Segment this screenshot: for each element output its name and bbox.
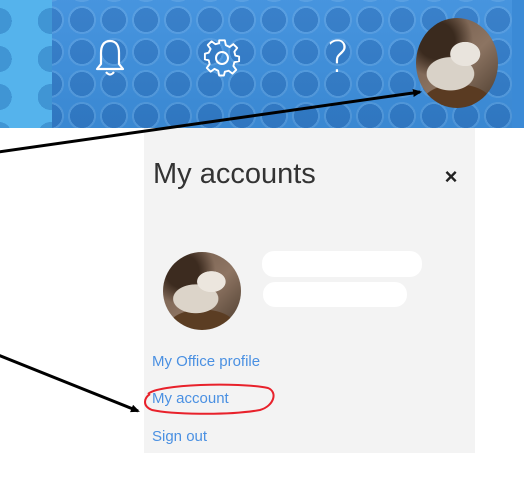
notifications-button[interactable] [84, 28, 136, 88]
redacted-user-email [263, 282, 407, 307]
sign-out-link[interactable]: Sign out [152, 428, 207, 445]
settings-button[interactable] [196, 28, 248, 88]
panel-title: My accounts [153, 158, 316, 190]
my-account-link[interactable]: My account [152, 390, 229, 407]
header-right-strip [512, 0, 524, 128]
bell-icon [95, 39, 125, 76]
help-label: ? [326, 32, 350, 83]
my-accounts-panel: My accounts × My Office profile My accou… [144, 128, 475, 453]
gear-icon [203, 39, 241, 77]
annotation-arrow-account [0, 354, 140, 413]
header-left-strip [0, 0, 52, 128]
help-button[interactable]: ? [312, 28, 364, 88]
account-avatar-button[interactable] [416, 18, 498, 108]
my-office-profile-link[interactable]: My Office profile [152, 353, 260, 370]
panel-avatar [163, 252, 241, 330]
close-button[interactable]: × [441, 166, 461, 188]
redacted-user-name [262, 251, 422, 277]
